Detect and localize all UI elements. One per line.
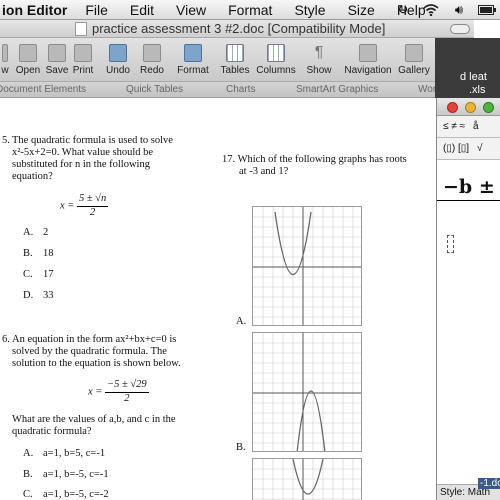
menu-style[interactable]: Style	[294, 2, 325, 18]
folder-icon	[19, 44, 37, 62]
ribbon-tab-smartart[interactable]: SmartArt Graphics	[296, 84, 378, 95]
menu-size[interactable]: Size	[348, 2, 375, 18]
graph-a-label: A.	[236, 316, 247, 327]
q15-option-a[interactable]: A. 2	[23, 227, 48, 240]
navigation-icon	[359, 44, 377, 62]
q15-line-2: x²-5x+2=0. What value should be	[12, 147, 154, 158]
format-icon	[184, 44, 202, 62]
embellishments-palette-button[interactable]: å	[473, 121, 479, 132]
q16-line-4: What are the values of a,b, and c in the	[12, 414, 176, 425]
wifi-icon[interactable]	[422, 2, 440, 18]
navigation-button[interactable]: Navigation	[340, 38, 396, 82]
gallery-icon	[405, 44, 423, 62]
q15-line-3: substituted for n in the following	[12, 159, 150, 170]
battery-icon[interactable]	[478, 2, 496, 18]
ribbon-tab-charts[interactable]: Charts	[226, 84, 255, 95]
graph-b-label: B.	[236, 442, 246, 453]
ribbon-tabs: Document Elements Quick Tables Charts Sm…	[0, 82, 474, 98]
format-button[interactable]: Format	[175, 38, 211, 82]
ribbon-tab-document-elements[interactable]: Document Elements	[0, 84, 86, 95]
menu-format[interactable]: Format	[228, 2, 272, 18]
q16-line-2: solved by the quadratic formula. The	[12, 346, 167, 357]
gallery-button[interactable]: Gallery	[396, 38, 432, 82]
columns-button[interactable]: Columns	[254, 38, 298, 82]
fraction-bar	[437, 200, 500, 201]
graph-b[interactable]	[252, 332, 362, 452]
question-17: 17. Which of the following graphs has ro…	[222, 154, 407, 165]
q16-option-a[interactable]: A. a=1, b=5, c=-1	[23, 448, 105, 461]
show-button[interactable]: ¶ Show	[304, 38, 334, 82]
print-button[interactable]: Print	[70, 38, 96, 82]
redo-icon	[143, 44, 161, 62]
status-icons: ↻ 🔊︎	[394, 2, 496, 18]
q17-line-1: Which of the following graphs has roots	[237, 154, 407, 165]
menu-edit[interactable]: Edit	[130, 2, 154, 18]
menu-file[interactable]: File	[85, 2, 108, 18]
q15-formula: x = 5 ± √n 2	[60, 193, 109, 218]
columns-icon	[267, 44, 285, 62]
q16-line-3: solution to the equation is shown below.	[12, 358, 181, 369]
q16-formula: x = −5 ± √29 2	[88, 379, 149, 404]
graph-a[interactable]	[252, 206, 362, 326]
question-16: 6. An equation in the form ax²+bx+c=0 is	[2, 334, 177, 345]
document-icon	[75, 21, 87, 36]
minimize-icon[interactable]	[465, 102, 476, 113]
pilcrow-icon: ¶	[314, 44, 324, 61]
q16-option-c[interactable]: C. a=1, b=-5, c=-2	[23, 489, 109, 500]
close-icon[interactable]	[447, 102, 458, 113]
document-page[interactable]: 5. The quadratic formula is used to solv…	[0, 98, 436, 500]
toolbar-toggle-button[interactable]	[450, 24, 470, 34]
q16-option-b[interactable]: B. a=1, b=-5, c=-1	[23, 469, 109, 482]
graph-b-plot	[253, 333, 361, 451]
new-icon	[2, 44, 8, 62]
q15-line-1: The quadratic formula is used to solve	[12, 135, 173, 146]
ribbon-tab-quick-tables[interactable]: Quick Tables	[126, 84, 183, 95]
symbol-palette-row-2: (▯) [▯] √	[437, 138, 500, 160]
radicals-palette-button[interactable]: √	[477, 143, 483, 154]
undo-icon	[109, 44, 127, 62]
volume-icon[interactable]: 🔊︎	[450, 2, 468, 18]
tables-button[interactable]: Tables	[218, 38, 252, 82]
background-window-text: d leat	[460, 71, 487, 83]
window-title-bar: practice assessment 3 #2.doc [Compatibil…	[0, 20, 474, 38]
graph-c-plot	[253, 459, 361, 500]
save-button[interactable]: Save	[45, 38, 69, 82]
menu-view[interactable]: View	[176, 2, 206, 18]
equation-editor-window[interactable]: ≤ ≠ ≈ å (▯) [▯] √ −b ± √ Style: Math	[436, 98, 500, 500]
zoom-icon[interactable]	[483, 102, 494, 113]
q17-line-2: at -3 and 1?	[239, 166, 289, 177]
equation-expression[interactable]: −b ± √	[443, 176, 500, 198]
equation-editor-title-bar	[437, 98, 500, 116]
relations-palette-button[interactable]: ≤ ≠ ≈	[443, 121, 465, 132]
graph-a-plot	[253, 207, 361, 325]
menu-bar: ion Editor File Edit View Format Style S…	[0, 0, 500, 20]
undo-button[interactable]: Undo	[104, 38, 132, 82]
background-window[interactable]: d leat .xls	[435, 38, 500, 98]
question-15: 5. The quadratic formula is used to solv…	[2, 135, 173, 146]
new-button[interactable]: w	[0, 38, 12, 82]
dock-file-label[interactable]: -1.do	[478, 478, 500, 489]
q15-option-c[interactable]: C. 17	[23, 269, 54, 282]
q15-line-4: equation?	[12, 171, 53, 182]
disk-icon	[48, 44, 66, 62]
table-icon	[226, 44, 244, 62]
printer-icon	[74, 44, 92, 62]
equation-insertion-slot[interactable]	[447, 235, 454, 253]
window-title: practice assessment 3 #2.doc [Compatibil…	[92, 21, 386, 36]
q15-option-b[interactable]: B. 18	[23, 248, 54, 261]
symbol-palette-row-1: ≤ ≠ ≈ å	[437, 116, 500, 138]
q16-line-5: quadratic formula?	[12, 426, 92, 437]
sync-icon[interactable]: ↻	[394, 2, 412, 18]
q16-line-1: An equation in the form ax²+bx+c=0 is	[12, 334, 177, 345]
open-button[interactable]: Open	[14, 38, 42, 82]
app-menu[interactable]: ion Editor	[0, 2, 67, 18]
q15-option-d[interactable]: D. 33	[23, 290, 54, 303]
background-window-file: .xls	[469, 84, 486, 96]
redo-button[interactable]: Redo	[138, 38, 166, 82]
graph-c[interactable]	[252, 458, 362, 500]
fences-palette-button[interactable]: (▯) [▯]	[443, 143, 469, 154]
standard-toolbar: w Open Save Print Undo Redo Format Table…	[0, 38, 474, 82]
